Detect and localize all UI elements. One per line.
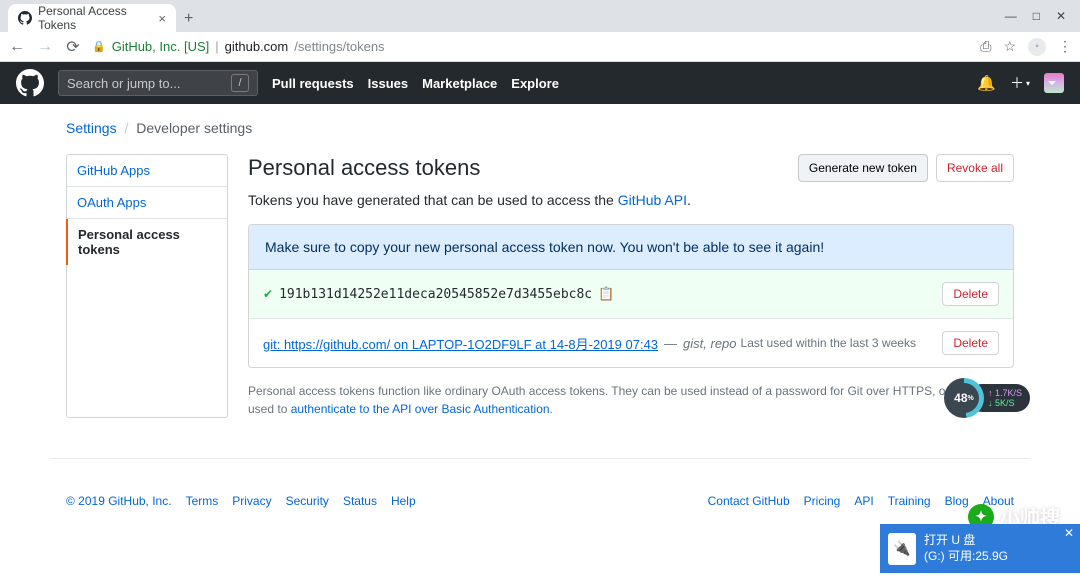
- menu-icon[interactable]: ⋮: [1058, 38, 1072, 55]
- github-search-input[interactable]: Search or jump to... /: [58, 70, 258, 96]
- sidebar-item-personal-access-tokens[interactable]: Personal access tokens: [66, 219, 227, 265]
- nav-explore[interactable]: Explore: [511, 76, 559, 91]
- github-footer-logo-icon[interactable]: [550, 489, 574, 513]
- net-download: ↓ 5K/S: [988, 398, 1022, 408]
- tab-favicon: [18, 10, 32, 26]
- tokens-box: Make sure to copy your new personal acce…: [248, 224, 1014, 368]
- footer-help[interactable]: Help: [391, 494, 416, 508]
- footer-api[interactable]: API: [854, 494, 873, 508]
- window-maximize-icon[interactable]: □: [1033, 9, 1040, 23]
- back-icon[interactable]: ←: [8, 38, 26, 56]
- footer-copyright: © 2019 GitHub, Inc.: [66, 494, 172, 508]
- tokens-note: Personal access tokens function like ord…: [248, 382, 1014, 418]
- footer-privacy[interactable]: Privacy: [232, 494, 271, 508]
- notifications-icon[interactable]: 🔔: [977, 74, 996, 92]
- delete-token-button[interactable]: Delete: [942, 331, 999, 355]
- usb-icon: 🔌: [888, 533, 916, 565]
- address-bar: ← → ⟳ 🔒 GitHub, Inc. [US] | github.com/s…: [0, 32, 1080, 62]
- footer-status[interactable]: Status: [343, 494, 377, 508]
- nav-marketplace[interactable]: Marketplace: [422, 76, 497, 91]
- window-controls: — □ ✕: [991, 0, 1080, 32]
- url-host: github.com: [225, 39, 289, 54]
- flash-message: Make sure to copy your new personal acce…: [249, 225, 1013, 270]
- footer-security[interactable]: Security: [286, 494, 329, 508]
- footer-training[interactable]: Training: [888, 494, 931, 508]
- url-path: /settings/tokens: [294, 39, 384, 54]
- window-minimize-icon[interactable]: —: [1005, 9, 1017, 23]
- footer-blog[interactable]: Blog: [945, 494, 969, 508]
- site-footer: © 2019 GitHub, Inc. Terms Privacy Securi…: [50, 458, 1030, 513]
- create-new-dropdown[interactable]: ＋▾: [1010, 73, 1030, 93]
- basic-auth-link[interactable]: authenticate to the API over Basic Authe…: [291, 402, 550, 416]
- copy-token-icon[interactable]: 📋: [598, 286, 614, 302]
- token-last-used: Last used within the last 3 weeks: [741, 336, 916, 350]
- toast-title: 打开 U 盘: [924, 533, 1008, 549]
- search-placeholder: Search or jump to...: [67, 76, 180, 91]
- sidebar-item-github-apps[interactable]: GitHub Apps: [67, 155, 227, 187]
- footer-pricing[interactable]: Pricing: [804, 494, 841, 508]
- forward-icon[interactable]: →: [36, 38, 54, 56]
- net-upload: ↑ 1.7K/S: [988, 388, 1022, 398]
- secure-origin: GitHub, Inc. [US]: [112, 39, 210, 54]
- user-avatar-dropdown[interactable]: [1044, 73, 1064, 93]
- sidebar-item-oauth-apps[interactable]: OAuth Apps: [67, 187, 227, 219]
- tab-strip: Personal Access Tokens × + — □ ✕: [0, 0, 1080, 32]
- toast-subtitle: (G:) 可用:25.9G: [924, 549, 1008, 565]
- bookmark-icon[interactable]: ☆: [1003, 38, 1016, 55]
- check-icon: ✔: [263, 287, 273, 301]
- developer-sidebar: GitHub Apps OAuth Apps Personal access t…: [66, 154, 228, 418]
- token-scopes: gist, repo: [683, 336, 736, 351]
- footer-terms[interactable]: Terms: [186, 494, 219, 508]
- github-logo-icon[interactable]: [16, 69, 44, 97]
- page-title: Personal access tokens: [248, 155, 480, 181]
- reload-icon[interactable]: ⟳: [64, 37, 82, 57]
- revoke-all-button[interactable]: Revoke all: [936, 154, 1014, 182]
- token-description-link[interactable]: git: https://github.com/ on LAPTOP-1O2DF…: [263, 334, 658, 353]
- tab-title: Personal Access Tokens: [38, 4, 152, 32]
- token-row: git: https://github.com/ on LAPTOP-1O2DF…: [249, 319, 1013, 367]
- github-nav: Pull requests Issues Marketplace Explore: [272, 76, 559, 91]
- generate-new-token-button[interactable]: Generate new token: [798, 154, 928, 182]
- usb-toast[interactable]: 🔌 打开 U 盘 (G:) 可用:25.9G ✕: [880, 524, 1080, 573]
- breadcrumb-settings[interactable]: Settings: [66, 120, 117, 136]
- main-content: Personal access tokens Generate new toke…: [248, 154, 1014, 418]
- token-row-new: ✔ 191b131d14252e11deca20545852e7d3455ebc…: [249, 270, 1013, 319]
- window-close-icon[interactable]: ✕: [1056, 9, 1066, 23]
- nav-pull-requests[interactable]: Pull requests: [272, 76, 354, 91]
- settings-layout: GitHub Apps OAuth Apps Personal access t…: [50, 154, 1030, 418]
- translate-icon[interactable]: ⎙: [980, 38, 991, 55]
- github-api-link[interactable]: GitHub API: [618, 192, 687, 208]
- browser-tab[interactable]: Personal Access Tokens ×: [8, 4, 176, 32]
- token-value: 191b131d14252e11deca20545852e7d3455ebc8c: [279, 287, 592, 302]
- toast-close-icon[interactable]: ✕: [1064, 526, 1074, 540]
- github-header: Search or jump to... / Pull requests Iss…: [0, 62, 1080, 104]
- tab-close-icon[interactable]: ×: [158, 11, 166, 26]
- nav-issues[interactable]: Issues: [368, 76, 408, 91]
- delete-token-button[interactable]: Delete: [942, 282, 999, 306]
- system-monitor-overlay[interactable]: 48% ↑ 1.7K/S ↓ 5K/S: [944, 378, 1030, 418]
- lock-icon: 🔒: [92, 40, 106, 53]
- slash-key-icon: /: [231, 74, 249, 92]
- breadcrumb: Settings / Developer settings: [50, 120, 1030, 136]
- omnibox[interactable]: 🔒 GitHub, Inc. [US] | github.com/setting…: [92, 39, 970, 54]
- browser-chrome: Personal Access Tokens × + — □ ✕ ← → ⟳ 🔒…: [0, 0, 1080, 62]
- new-tab-button[interactable]: +: [176, 6, 201, 32]
- page-subtext: Tokens you have generated that can be us…: [248, 192, 1014, 208]
- footer-contact[interactable]: Contact GitHub: [708, 494, 790, 508]
- breadcrumb-current: Developer settings: [136, 120, 252, 136]
- profile-icon[interactable]: ◦: [1028, 38, 1046, 56]
